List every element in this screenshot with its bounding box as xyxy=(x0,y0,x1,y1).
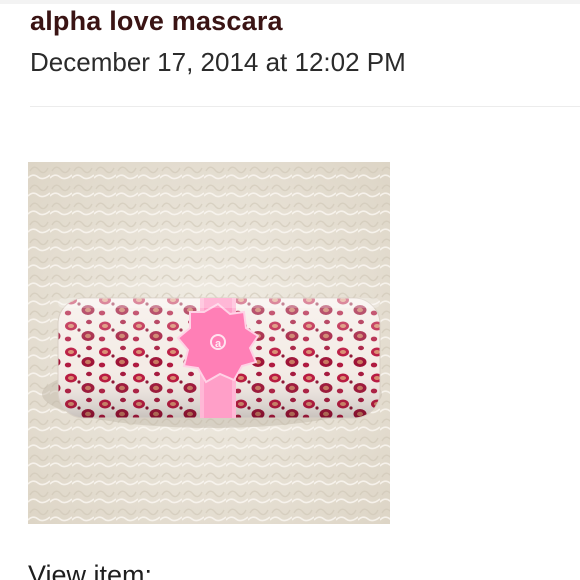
post-title[interactable]: alpha love mascara xyxy=(30,6,283,37)
view-item-link[interactable]: View item: xyxy=(28,560,152,580)
post-timestamp: December 17, 2014 at 12:02 PM xyxy=(30,47,406,77)
mascara-photo-illustration: a xyxy=(28,162,390,524)
product-photo[interactable]: a xyxy=(28,162,390,524)
blog-post-page: alpha love mascara December 17, 2014 at … xyxy=(0,0,580,580)
svg-text:a: a xyxy=(215,338,222,350)
header-divider xyxy=(30,106,580,107)
top-border xyxy=(0,0,580,4)
